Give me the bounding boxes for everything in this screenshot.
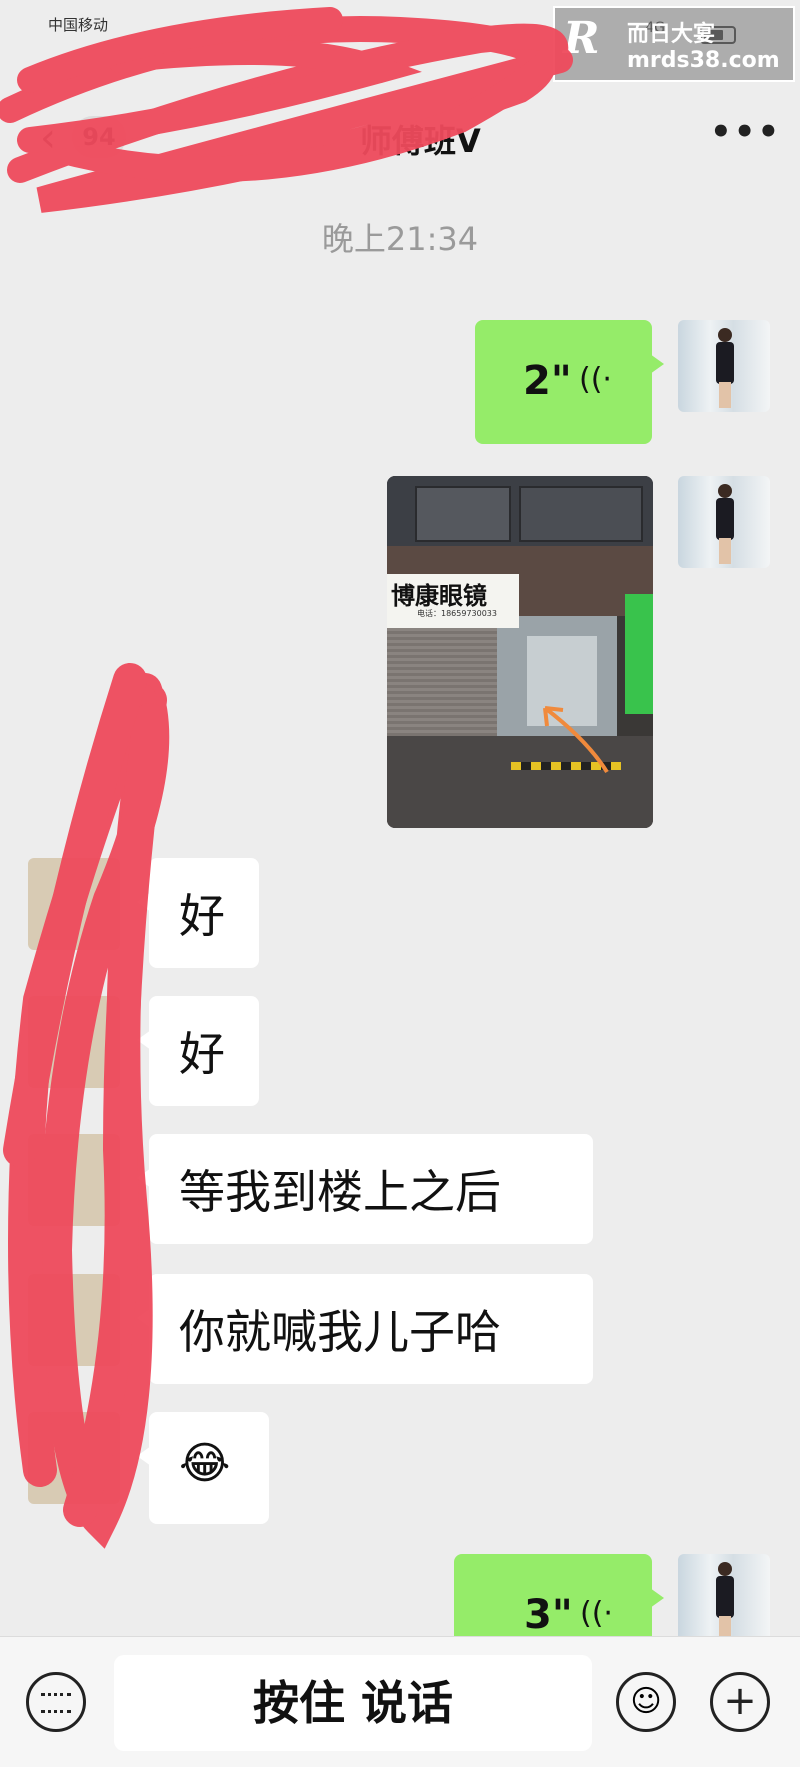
watermark-url: mrds38.com bbox=[627, 48, 780, 73]
redaction-scribble bbox=[0, 7, 573, 1549]
text-message-bubble[interactable]: 等我到楼上之后 bbox=[137, 1134, 593, 1244]
shop-sign-text: 博康眼镜 bbox=[391, 581, 487, 610]
keyboard-icon[interactable] bbox=[26, 1672, 86, 1732]
watermark-logo: R bbox=[563, 13, 600, 64]
my-avatar[interactable] bbox=[678, 320, 770, 412]
chat-title: 师傅班V bbox=[360, 122, 481, 160]
watermark: R 而日大宴 mrds38.com bbox=[553, 6, 795, 82]
contact-avatar[interactable] bbox=[28, 858, 120, 950]
emoji-icon[interactable]: ☺ bbox=[616, 1672, 676, 1732]
my-avatar[interactable] bbox=[678, 476, 770, 568]
arrow-annotation-icon bbox=[543, 706, 609, 774]
unread-count-badge[interactable]: 94 bbox=[72, 116, 126, 158]
contact-avatar[interactable] bbox=[28, 1412, 120, 1504]
text-message-bubble[interactable]: 你就喊我儿子哈 bbox=[137, 1274, 593, 1384]
message-text: 你就喊我儿子哈 bbox=[179, 1305, 501, 1359]
voice-wave-icon: ((· bbox=[580, 1596, 613, 1631]
input-bar: 按住 说话 ☺ + bbox=[0, 1636, 800, 1767]
contact-avatar[interactable] bbox=[28, 996, 120, 1088]
voice-duration: 2" bbox=[523, 358, 572, 404]
contact-avatar[interactable] bbox=[28, 1274, 120, 1366]
chat-timestamp: 晚上21:34 bbox=[321, 220, 479, 258]
voice-duration: 3" bbox=[524, 1592, 573, 1638]
carrier-label: 中国移动 bbox=[48, 16, 109, 34]
shop-sign-phone: 电话：18659730033 bbox=[417, 609, 497, 618]
text-message-bubble[interactable]: 好 bbox=[137, 858, 259, 968]
message-emoji: 😂 bbox=[179, 1438, 231, 1489]
voice-message-bubble[interactable]: 2" ((· bbox=[475, 320, 664, 444]
plus-icon[interactable]: + bbox=[710, 1672, 770, 1732]
hold-to-talk-button[interactable]: 按住 说话 bbox=[114, 1655, 592, 1751]
back-arrow-icon[interactable]: ‹ bbox=[40, 118, 56, 158]
photo-message[interactable]: 博康眼镜 电话：18659730033 bbox=[387, 476, 653, 828]
emoji-message-bubble[interactable]: 😂 bbox=[137, 1412, 269, 1524]
message-text: 好 bbox=[179, 1027, 225, 1081]
text-message-bubble[interactable]: 好 bbox=[137, 996, 259, 1106]
message-text: 好 bbox=[179, 889, 225, 943]
my-avatar[interactable] bbox=[678, 1554, 770, 1646]
voice-wave-icon: ((· bbox=[579, 362, 612, 397]
contact-avatar[interactable] bbox=[28, 1134, 120, 1226]
message-text: 等我到楼上之后 bbox=[179, 1165, 501, 1219]
watermark-name: 而日大宴 bbox=[627, 22, 716, 47]
shop-sign: 博康眼镜 电话：18659730033 bbox=[387, 574, 519, 628]
more-icon[interactable]: ••• bbox=[710, 112, 781, 152]
